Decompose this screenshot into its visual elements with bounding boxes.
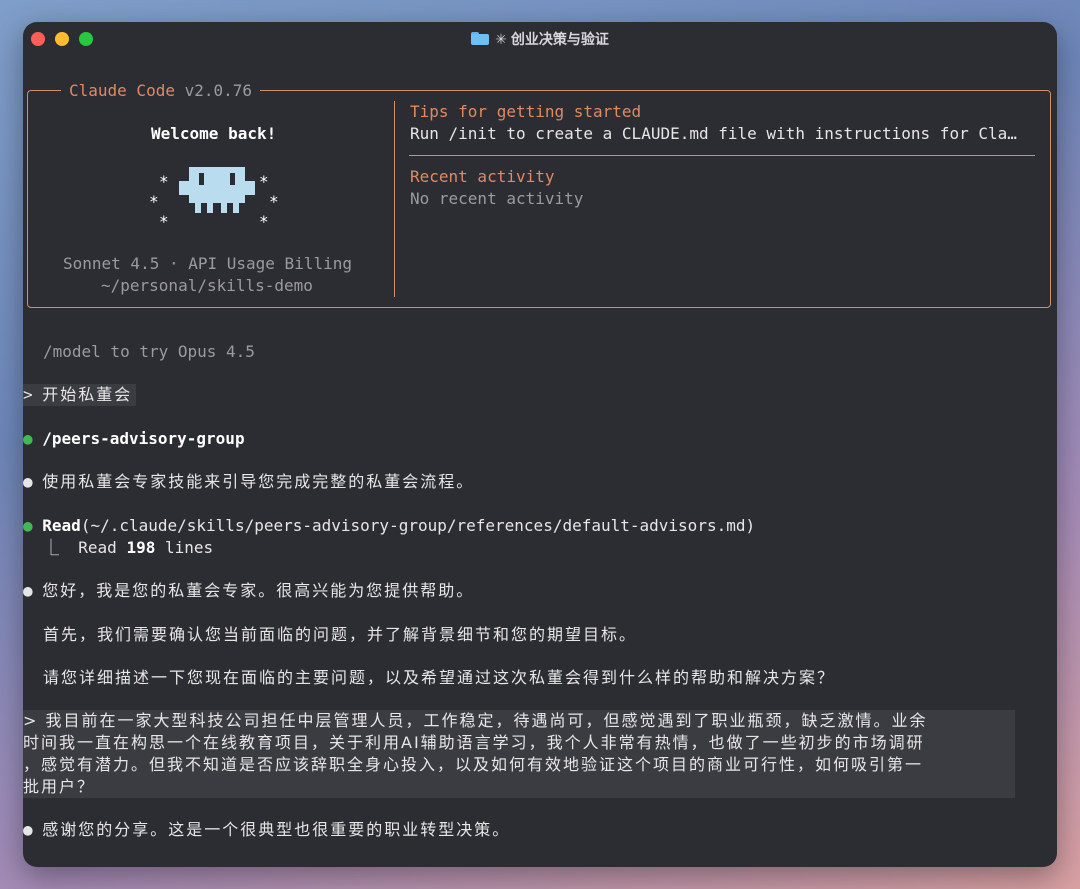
- recent-activity-text: No recent activity: [410, 189, 584, 208]
- app-name: Claude Code: [69, 81, 175, 100]
- message-bullet-icon: ●: [23, 581, 33, 600]
- user-message-line: 批用户？: [23, 777, 96, 796]
- terminal-window: ✳ 创业决策与验证 Claude Code v2.0.76 Welcome bac…: [23, 22, 1057, 867]
- prompt-marker: >: [23, 385, 33, 404]
- svg-text:*: *: [259, 212, 269, 225]
- skill-call-line: ● /peers-advisory-group: [23, 428, 245, 450]
- assistant-message-5: ● 感谢您的分享。这是一个很典型也很重要的职业转型决策。: [23, 819, 510, 841]
- model-info: Sonnet 4.5 · API Usage Billing: [63, 254, 352, 273]
- user-message-block: > 我目前在一家大型科技公司担任中层管理人员，工作稳定，待遇尚可，但感觉遇到了职…: [23, 710, 1015, 798]
- line-count: 198: [126, 538, 156, 557]
- assistant-message-4: 请您详细描述一下您现在面临的主要问题，以及希望通过这次私董会得到什么样的帮助和解…: [43, 668, 836, 687]
- svg-text:*: *: [159, 212, 169, 225]
- working-directory: ~/personal/skills-demo: [101, 276, 313, 295]
- read-tool-line: ● Read(~/.claude/skills/peers-advisory-g…: [23, 515, 755, 537]
- assistant-message-1: ● 使用私董会专家技能来引导您完成完整的私董会流程。: [23, 471, 474, 493]
- skill-name: /peers-advisory-group: [42, 429, 245, 448]
- model-hint: /model to try Opus 4.5: [43, 342, 255, 361]
- welcome-box-title: Claude Code v2.0.76: [61, 80, 261, 102]
- message-text: 使用私董会专家技能来引导您完成完整的私董会流程。: [42, 472, 475, 491]
- svg-text:*: *: [159, 172, 169, 191]
- welcome-box-divider-horizontal: [409, 155, 1035, 156]
- welcome-box-divider-vertical: [394, 101, 395, 297]
- assistant-message-3: 首先，我们需要确认您当前面临的问题，并了解背景细节和您的期望目标。: [43, 625, 638, 644]
- message-bullet-icon: ●: [23, 472, 33, 491]
- user-message-line: 时间我一直在构思一个在线教育项目，关于利用AI辅助语言学习，我个人非常有热情，也…: [23, 733, 925, 752]
- svg-text:*: *: [269, 192, 279, 211]
- tips-text: Run /init to create a CLAUDE.md file wit…: [410, 124, 1017, 143]
- prompt-text: 开始私董会: [42, 385, 133, 404]
- message-bullet-icon: ●: [23, 820, 33, 839]
- assistant-message-2: ● 您好，我是您的私董会专家。很高兴能为您提供帮助。: [23, 580, 474, 602]
- svg-text:*: *: [149, 192, 159, 211]
- claude-mascot-icon: * * * * * *: [149, 167, 279, 225]
- terminal-content: Claude Code v2.0.76 Welcome back! * * * …: [23, 22, 1057, 867]
- result-prefix: ⎿ Read: [43, 538, 127, 557]
- tool-path: (~/.claude/skills/peers-advisory-group/r…: [80, 516, 756, 535]
- user-message-line: > 我目前在一家大型科技公司担任中层管理人员，工作稳定，待遇尚可，但感觉遇到了职…: [23, 711, 928, 730]
- status-bullet-icon: ●: [23, 516, 33, 535]
- app-version: v2.0.76: [184, 81, 253, 100]
- tips-heading: Tips for getting started: [410, 102, 642, 121]
- result-suffix: lines: [155, 538, 214, 557]
- read-tool-result: ⎿ Read 198 lines: [43, 537, 213, 559]
- user-prompt-1: > 开始私董会: [23, 384, 137, 406]
- recent-activity-heading: Recent activity: [410, 167, 555, 186]
- status-bullet-icon: ●: [23, 429, 33, 448]
- user-message-line: ，感觉有潜力。但我不知道是否应该辞职全身心投入，以及如何有效地验证这个项目的商业…: [23, 755, 924, 774]
- message-text: 您好，我是您的私董会专家。很高兴能为您提供帮助。: [42, 581, 475, 600]
- tool-name: Read: [42, 516, 81, 535]
- svg-text:*: *: [259, 172, 269, 191]
- welcome-greeting: Welcome back!: [151, 124, 277, 143]
- message-text: 感谢您的分享。这是一个很典型也很重要的职业转型决策。: [42, 820, 511, 839]
